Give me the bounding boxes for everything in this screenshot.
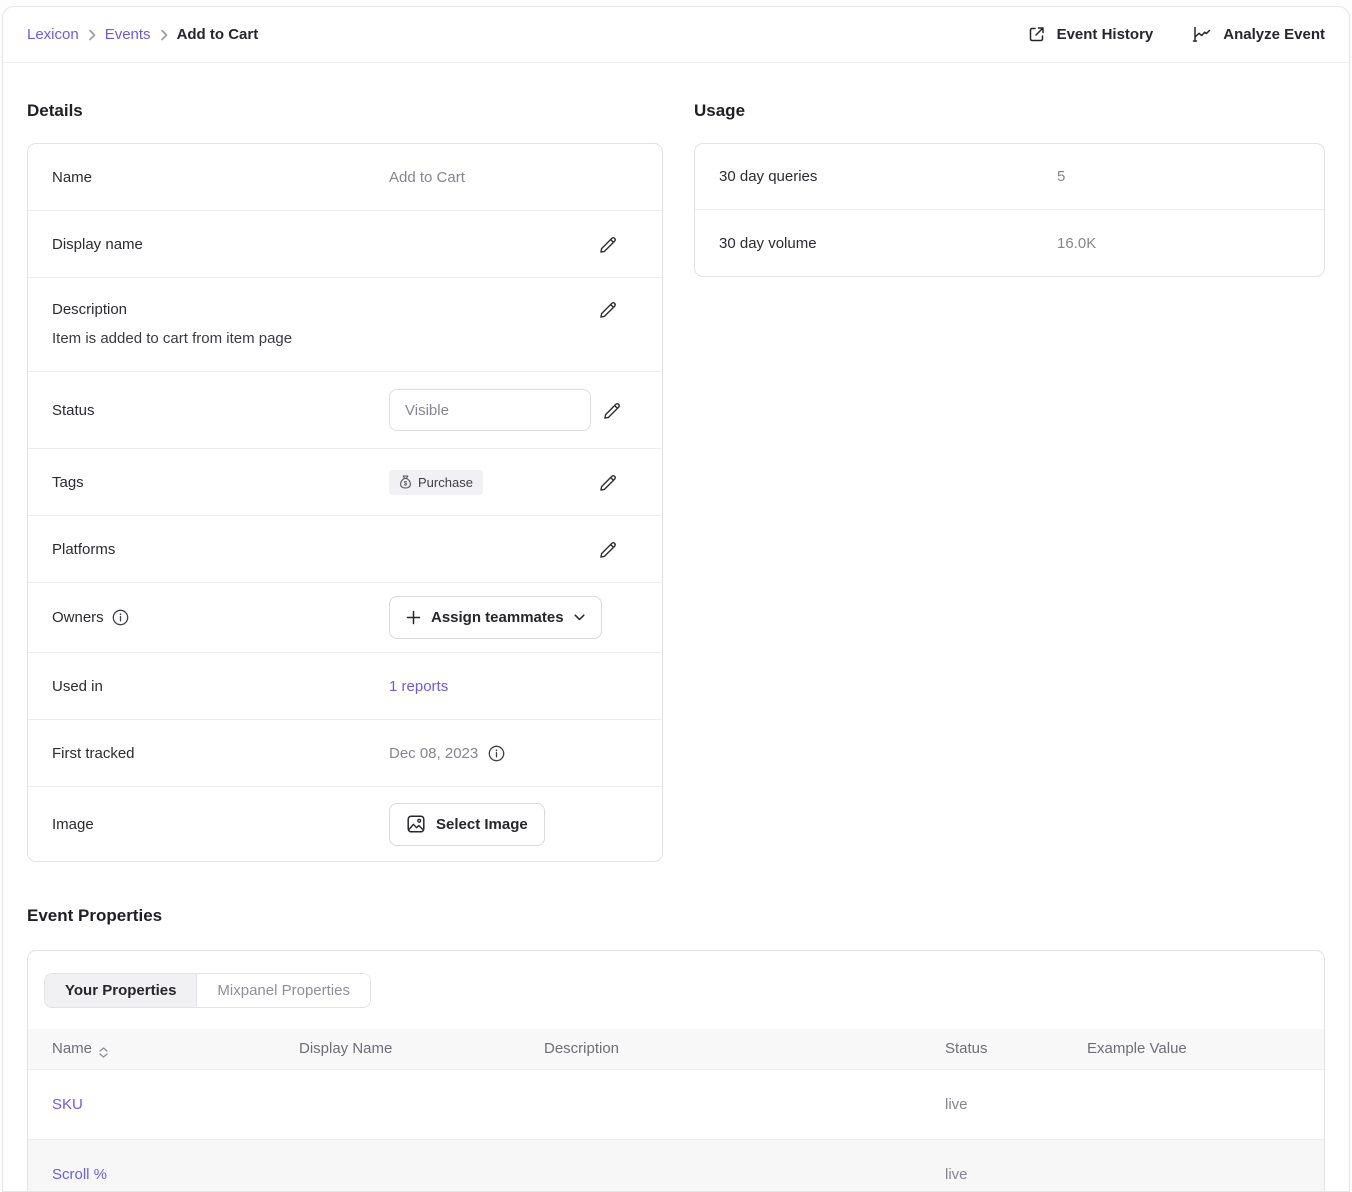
sort-icon xyxy=(99,1047,108,1058)
description-label: Description xyxy=(52,301,587,318)
chevron-down-icon xyxy=(574,614,585,621)
assign-teammates-label: Assign teammates xyxy=(431,609,564,626)
owners-label: Owners xyxy=(52,609,104,626)
first-tracked-label: First tracked xyxy=(52,745,389,762)
property-display-name xyxy=(275,1070,520,1139)
edit-pencil-icon[interactable] xyxy=(599,540,618,559)
detail-row-image: Image Select Image xyxy=(28,787,662,861)
property-description xyxy=(520,1140,921,1192)
details-title: Details xyxy=(27,101,663,121)
breadcrumb-events[interactable]: Events xyxy=(105,26,151,43)
detail-row-name: Name Add to Cart xyxy=(28,144,662,211)
property-description xyxy=(520,1070,921,1139)
analyze-event-label: Analyze Event xyxy=(1223,26,1325,43)
status-label: Status xyxy=(52,402,389,419)
tab-your-properties[interactable]: Your Properties xyxy=(45,974,197,1007)
chevron-right-icon xyxy=(160,29,168,41)
detail-row-owners: Owners Assign teammates xyxy=(28,583,662,653)
property-name-link[interactable]: SKU xyxy=(52,1096,83,1113)
queries-value: 5 xyxy=(1057,168,1065,185)
property-example-value xyxy=(1063,1140,1324,1192)
detail-row-first-tracked: First tracked Dec 08, 2023 xyxy=(28,720,662,787)
column-header-name[interactable]: Name xyxy=(28,1029,275,1069)
name-value: Add to Cart xyxy=(389,169,662,186)
info-icon[interactable] xyxy=(112,609,129,626)
event-history-label: Event History xyxy=(1057,26,1154,43)
select-image-label: Select Image xyxy=(436,816,528,833)
table-row-scroll[interactable]: Scroll % live xyxy=(28,1139,1324,1192)
status-select[interactable]: Visible xyxy=(389,389,591,431)
analyze-event-button[interactable]: Analyze Event xyxy=(1191,25,1325,45)
usage-row-volume: 30 day volume 16.0K xyxy=(695,210,1324,276)
select-image-button[interactable]: Select Image xyxy=(389,803,545,846)
moneybag-icon: $ xyxy=(399,475,412,489)
usage-title: Usage xyxy=(694,101,1325,121)
tag-label: Purchase xyxy=(418,475,473,490)
breadcrumb-current: Add to Cart xyxy=(177,26,259,43)
external-link-icon xyxy=(1026,24,1047,45)
detail-row-used-in: Used in 1 reports xyxy=(28,653,662,720)
first-tracked-value: Dec 08, 2023 xyxy=(389,745,478,762)
volume-value: 16.0K xyxy=(1057,235,1096,252)
platforms-label: Platforms xyxy=(52,541,389,558)
name-label: Name xyxy=(52,169,389,186)
column-header-description[interactable]: Description xyxy=(520,1029,921,1069)
tags-label: Tags xyxy=(52,474,389,491)
plus-icon xyxy=(406,610,421,625)
edit-pencil-icon[interactable] xyxy=(603,401,622,420)
line-chart-icon xyxy=(1191,25,1213,45)
image-icon xyxy=(406,814,426,834)
column-header-status[interactable]: Status xyxy=(921,1029,1063,1069)
used-in-reports-link[interactable]: 1 reports xyxy=(389,678,448,695)
detail-row-tags: Tags $ Purchase xyxy=(28,449,662,516)
breadcrumb: Lexicon Events Add to Cart xyxy=(27,26,258,43)
description-value: Item is added to cart from item page xyxy=(52,330,662,347)
top-actions: Event History Analyze Event xyxy=(1026,24,1325,45)
details-card: Name Add to Cart Display name Descriptio… xyxy=(27,143,663,862)
assign-teammates-button[interactable]: Assign teammates xyxy=(389,596,602,639)
detail-row-display-name: Display name xyxy=(28,211,662,278)
svg-text:$: $ xyxy=(404,481,408,488)
property-name-link[interactable]: Scroll % xyxy=(52,1166,107,1183)
top-bar: Lexicon Events Add to Cart Event History xyxy=(3,7,1349,63)
edit-pencil-icon[interactable] xyxy=(599,473,618,492)
usage-row-queries: 30 day queries 5 xyxy=(695,144,1324,210)
tab-mixpanel-properties[interactable]: Mixpanel Properties xyxy=(197,974,370,1007)
property-status: live xyxy=(921,1140,1063,1192)
detail-row-description: Description Item is added to cart from i… xyxy=(28,278,662,372)
property-example-value xyxy=(1063,1070,1324,1139)
detail-row-platforms: Platforms xyxy=(28,516,662,583)
detail-row-status: Status Visible xyxy=(28,372,662,449)
properties-table-header: Name Display Name Description Status Exa… xyxy=(28,1029,1324,1069)
display-name-label: Display name xyxy=(52,236,389,253)
breadcrumb-lexicon[interactable]: Lexicon xyxy=(27,26,79,43)
properties-table: Name Display Name Description Status Exa… xyxy=(28,1029,1324,1192)
tag-purchase[interactable]: $ Purchase xyxy=(389,470,483,495)
table-row-sku[interactable]: SKU live xyxy=(28,1069,1324,1139)
usage-card: 30 day queries 5 30 day volume 16.0K xyxy=(694,143,1325,277)
event-properties-title: Event Properties xyxy=(27,906,1325,926)
event-history-button[interactable]: Event History xyxy=(1026,24,1154,45)
queries-label: 30 day queries xyxy=(719,168,1057,185)
property-display-name xyxy=(275,1140,520,1192)
event-properties-card: Your Properties Mixpanel Properties Name… xyxy=(27,950,1325,1192)
chevron-right-icon xyxy=(88,29,96,41)
column-header-display-name[interactable]: Display Name xyxy=(275,1029,520,1069)
edit-pencil-icon[interactable] xyxy=(599,300,618,319)
lexicon-event-detail-page: Lexicon Events Add to Cart Event History xyxy=(2,6,1350,1192)
column-header-example-value[interactable]: Example Value xyxy=(1063,1029,1324,1069)
properties-tabs: Your Properties Mixpanel Properties xyxy=(44,973,371,1008)
edit-pencil-icon[interactable] xyxy=(599,235,618,254)
used-in-label: Used in xyxy=(52,678,389,695)
property-status: live xyxy=(921,1070,1063,1139)
image-label: Image xyxy=(52,816,389,833)
info-icon[interactable] xyxy=(488,745,505,762)
volume-label: 30 day volume xyxy=(719,235,1057,252)
